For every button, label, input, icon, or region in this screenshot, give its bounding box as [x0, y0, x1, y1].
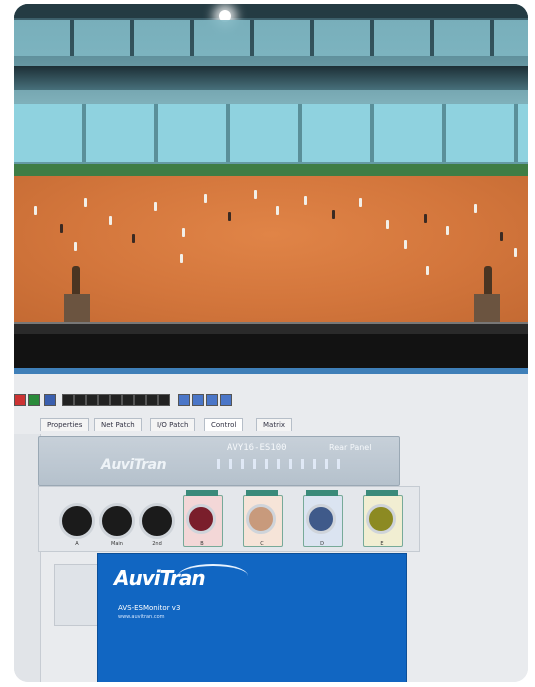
xlr-jack[interactable] — [139, 503, 175, 539]
network-icon[interactable] — [44, 394, 56, 406]
toolbar — [14, 394, 528, 410]
person — [446, 226, 449, 235]
stadium-photo — [14, 4, 528, 336]
person — [514, 248, 517, 257]
person — [84, 198, 87, 207]
person — [332, 210, 335, 219]
person — [180, 254, 183, 263]
tab-matrix[interactable]: Matrix — [256, 418, 293, 431]
card-slot[interactable] — [243, 490, 283, 547]
close-icon[interactable] — [14, 394, 26, 406]
preset-6-icon[interactable] — [122, 394, 134, 406]
device-model: AVY16-ES100 — [227, 443, 287, 453]
jack-label: Main — [111, 541, 123, 547]
dirt-field — [14, 176, 528, 322]
tab-net-patch[interactable]: Net Patch — [94, 418, 142, 431]
tab-io-patch[interactable]: I/O Patch — [150, 418, 196, 431]
xlr-jack[interactable] — [186, 504, 216, 534]
statue-left — [72, 266, 80, 296]
view-icon[interactable] — [178, 394, 190, 406]
stadium-roof — [14, 4, 528, 18]
xlr-jack[interactable] — [306, 504, 336, 534]
person — [109, 216, 112, 225]
connect-icon[interactable] — [28, 394, 40, 406]
device-panel-label: Rear Panel — [329, 443, 372, 452]
splash-logo: AuviTran — [114, 566, 206, 590]
tab-control[interactable]: Control — [204, 418, 244, 431]
jack-label: C — [260, 541, 264, 547]
tab-properties[interactable]: Properties — [40, 418, 90, 431]
person — [404, 240, 407, 249]
splash-dialog: AuviTran AVS-ESMonitor v3 www.auvitran.c… — [98, 554, 406, 682]
lower-seating-tier — [14, 104, 528, 162]
jack-label: 2nd — [152, 541, 162, 547]
xlr-jack[interactable] — [366, 504, 396, 534]
xlr-jack[interactable] — [99, 503, 135, 539]
help-icon[interactable] — [220, 394, 232, 406]
app-screen: Properties Net Patch I/O Patch Control M… — [14, 374, 528, 682]
device-front-panel: AuviTran AVY16-ES100 Rear Panel — [38, 436, 400, 486]
person — [386, 220, 389, 229]
card-slot[interactable] — [183, 490, 223, 547]
preset-8-icon[interactable] — [146, 394, 158, 406]
xlr-jack[interactable] — [59, 503, 95, 539]
person — [474, 204, 477, 213]
preset-5-icon[interactable] — [110, 394, 122, 406]
status-leds — [217, 459, 347, 469]
preset-2-icon[interactable] — [74, 394, 86, 406]
person — [254, 190, 257, 199]
card-slot[interactable] — [303, 490, 343, 547]
person — [132, 234, 135, 243]
jack-label: D — [320, 541, 324, 547]
left-side-panel — [14, 434, 41, 682]
person — [424, 214, 427, 223]
person — [228, 212, 231, 221]
view-icon[interactable] — [206, 394, 218, 406]
preset-7-icon[interactable] — [134, 394, 146, 406]
person — [426, 266, 429, 275]
statue-right — [484, 266, 492, 296]
device-brand-logo: AuviTran — [101, 457, 167, 473]
preset-3-icon[interactable] — [86, 394, 98, 406]
card-tag — [306, 490, 338, 496]
person — [276, 206, 279, 215]
preset-1-icon[interactable] — [62, 394, 74, 406]
preset-9-icon[interactable] — [158, 394, 170, 406]
person — [359, 198, 362, 207]
person — [500, 232, 503, 241]
person — [34, 206, 37, 215]
photo-frame: Properties Net Patch I/O Patch Control M… — [14, 4, 528, 682]
card-tag — [366, 490, 398, 496]
person — [204, 194, 207, 203]
splash-url: www.auvitran.com — [118, 614, 165, 620]
jack-label: A — [75, 541, 79, 547]
grass-strip — [14, 164, 528, 176]
person — [60, 224, 63, 233]
person — [182, 228, 185, 237]
person — [74, 242, 77, 251]
card-tag — [246, 490, 278, 496]
person — [304, 196, 307, 205]
xlr-jack[interactable] — [246, 504, 276, 534]
connector-panel: A Main 2nd B C D E — [38, 486, 420, 552]
splash-version: AVS-ESMonitor v3 — [118, 604, 181, 612]
monitor-bezel — [14, 334, 528, 368]
card-slot[interactable] — [363, 490, 403, 547]
jack-label: E — [380, 541, 384, 547]
preset-4-icon[interactable] — [98, 394, 110, 406]
jack-label: B — [200, 541, 204, 547]
card-tag — [186, 490, 218, 496]
mid-concourse — [14, 66, 528, 90]
upper-seating-tier — [14, 20, 528, 56]
person — [154, 202, 157, 211]
view-icon[interactable] — [192, 394, 204, 406]
